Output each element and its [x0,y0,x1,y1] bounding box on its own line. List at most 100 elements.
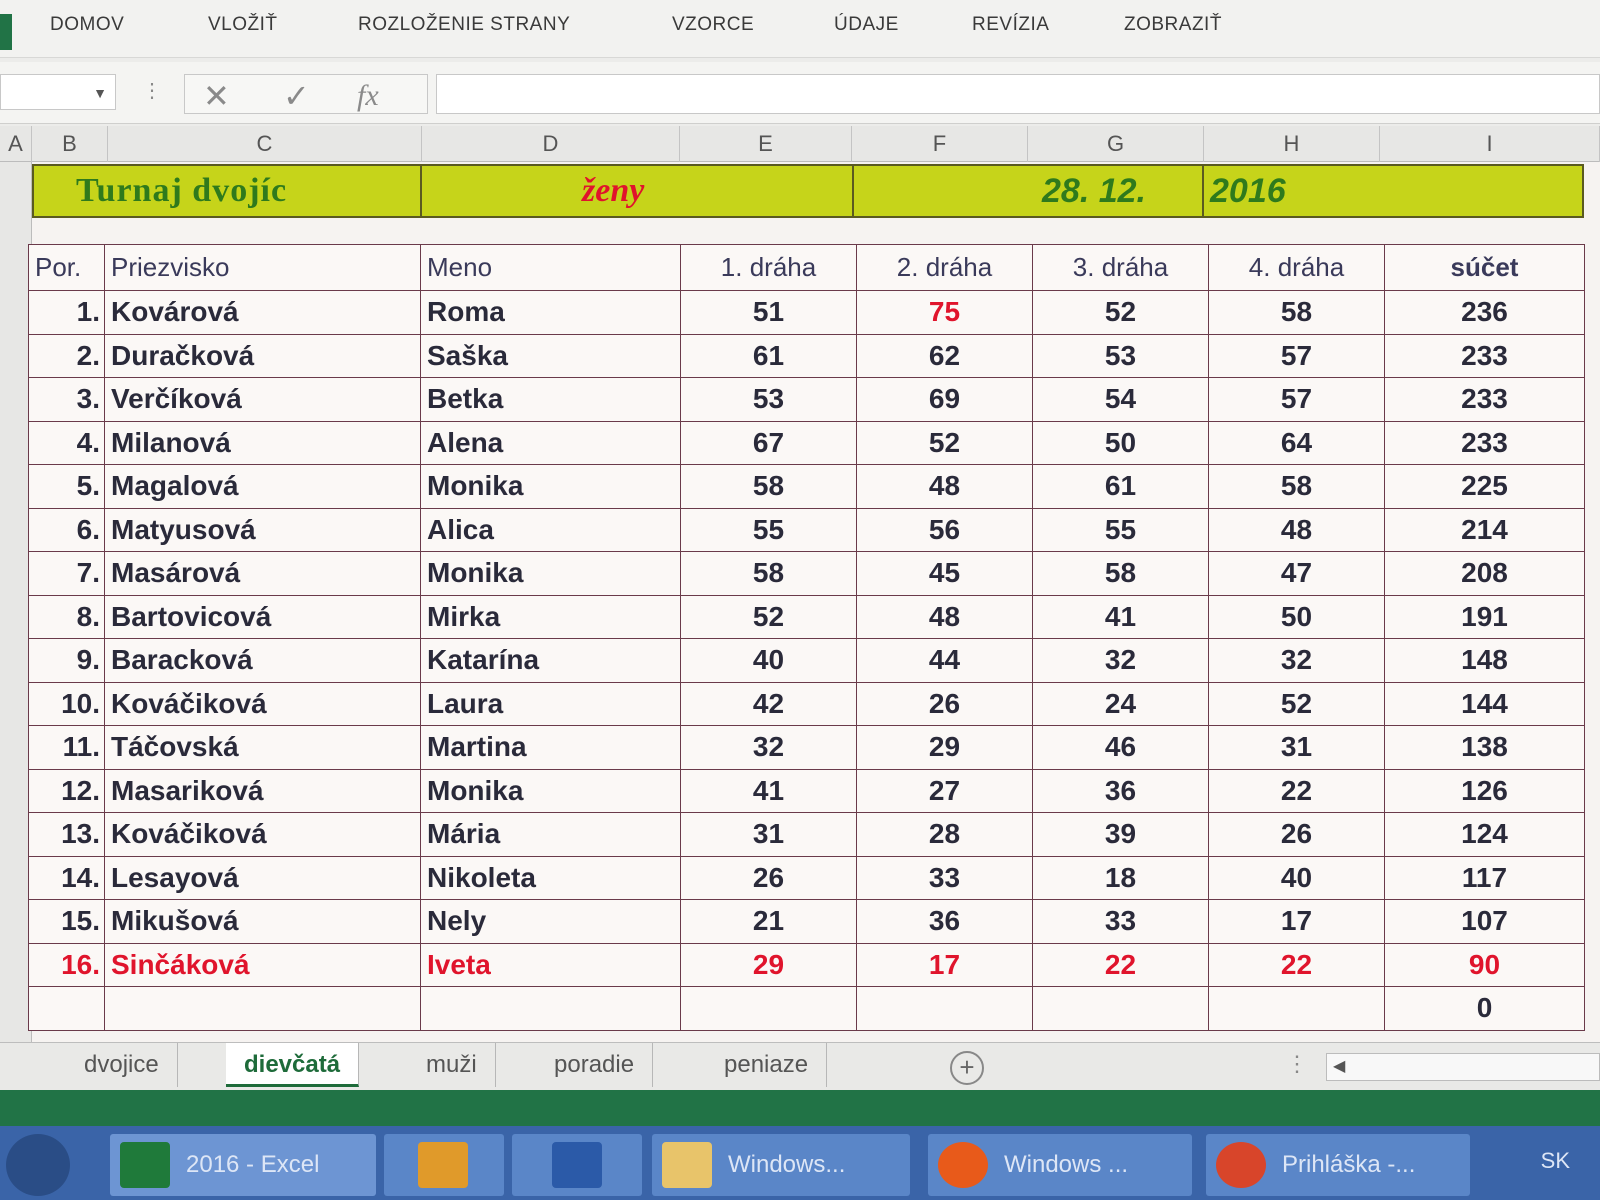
cell-priezvisko[interactable]: Masárová [104,551,421,596]
cell-draha-4[interactable]: 58 [1208,290,1385,335]
column-heading[interactable]: 4. dráha [1208,244,1385,291]
tab-split-grip-icon[interactable]: ⋮ [1286,1051,1308,1077]
column-heading[interactable]: 1. dráha [680,244,857,291]
cell-sucet[interactable]: 191 [1384,594,1585,639]
cell-sucet[interactable]: 214 [1384,507,1585,552]
tab-domov[interactable]: DOMOV [50,14,124,36]
cell-sucet[interactable]: 124 [1384,812,1585,857]
cell-poradie[interactable]: 16. [28,942,105,987]
cell-meno[interactable]: Monika [420,551,681,596]
cell-draha-4[interactable]: 40 [1208,855,1385,900]
cell-priezvisko[interactable]: Sinčáková [104,942,421,987]
sheet-tab-poradie[interactable]: poradie [536,1043,654,1087]
column-header-a[interactable]: A [0,126,32,162]
cell-priezvisko[interactable]: Verčíková [104,377,421,422]
cell-draha-4[interactable]: 32 [1208,638,1385,683]
cell-draha-3[interactable]: 52 [1032,290,1209,335]
cell-draha-4[interactable]: 22 [1208,768,1385,813]
column-header-h[interactable]: H [1204,126,1380,162]
chevron-down-icon[interactable]: ▼ [93,85,107,101]
cell-draha-4[interactable]: 22 [1208,942,1385,987]
formula-bar-grip-icon[interactable]: ⋮ [142,78,162,103]
cell-sucet[interactable]: 107 [1384,899,1585,944]
cell-poradie[interactable]: 6. [28,507,105,552]
cell-sucet[interactable]: 233 [1384,333,1585,378]
cell-priezvisko[interactable]: Kováčiková [104,681,421,726]
cell-meno[interactable]: Monika [420,464,681,509]
cell-poradie[interactable]: 13. [28,812,105,857]
cell-draha-1[interactable]: 29 [680,942,857,987]
column-heading[interactable]: súčet [1384,244,1585,291]
cell-meno[interactable]: Katarína [420,638,681,683]
cell-draha-4[interactable]: 48 [1208,507,1385,552]
cell-poradie[interactable]: 11. [28,725,105,770]
cell-draha-3[interactable]: 36 [1032,768,1209,813]
formula-input[interactable] [436,74,1600,114]
cell-poradie[interactable] [28,986,105,1031]
cell-meno[interactable]: Roma [420,290,681,335]
cell-priezvisko[interactable]: Táčovská [104,725,421,770]
cell-draha-3[interactable]: 24 [1032,681,1209,726]
cell-meno[interactable]: Alena [420,420,681,465]
cell-draha-2[interactable]: 28 [856,812,1033,857]
cell-meno[interactable]: Betka [420,377,681,422]
sheet-tab-muzi[interactable]: muži [408,1043,496,1087]
cell-poradie[interactable]: 12. [28,768,105,813]
cell-meno[interactable]: Nikoleta [420,855,681,900]
cell-priezvisko[interactable]: Milanová [104,420,421,465]
cell-priezvisko[interactable]: Masariková [104,768,421,813]
cell-draha-4[interactable]: 17 [1208,899,1385,944]
taskbar-item-chrome[interactable]: Prihláška -... [1206,1134,1470,1196]
cell-sucet[interactable]: 90 [1384,942,1585,987]
tab-vlozit[interactable]: VLOŽIŤ [208,14,278,36]
cell-draha-1[interactable]: 58 [680,551,857,596]
cell-poradie[interactable]: 4. [28,420,105,465]
cell-meno[interactable]: Nely [420,899,681,944]
enter-icon[interactable]: ✓ [283,77,310,115]
cell-priezvisko[interactable]: Bartovicová [104,594,421,639]
taskbar-item-windows-media[interactable]: Windows ... [928,1134,1192,1196]
cell-priezvisko[interactable]: Baracková [104,638,421,683]
cell-draha-2[interactable]: 62 [856,333,1033,378]
cell-draha-1[interactable]: 32 [680,725,857,770]
cell-draha-1[interactable]: 61 [680,333,857,378]
title-banner[interactable]: Turnaj dvojíc ženy 28. 12. 2016 [32,164,1584,218]
cell-draha-2[interactable]: 27 [856,768,1033,813]
cell-meno[interactable]: Mária [420,812,681,857]
column-header-g[interactable]: G [1028,126,1204,162]
cell-poradie[interactable]: 7. [28,551,105,596]
cell-sucet[interactable]: 126 [1384,768,1585,813]
sheet-tab-peniaze[interactable]: peniaze [706,1043,828,1087]
cell-draha-3[interactable]: 22 [1032,942,1209,987]
cell-poradie[interactable]: 15. [28,899,105,944]
cell-sucet[interactable]: 225 [1384,464,1585,509]
cell-draha-3[interactable]: 41 [1032,594,1209,639]
tab-vzorce[interactable]: VZORCE [672,14,754,36]
taskbar-item-app[interactable] [384,1134,504,1196]
cell-draha-1[interactable]: 58 [680,464,857,509]
column-heading[interactable]: 3. dráha [1032,244,1209,291]
cell-draha-3[interactable]: 54 [1032,377,1209,422]
cell-draha-3[interactable]: 50 [1032,420,1209,465]
cell-draha-3[interactable]: 32 [1032,638,1209,683]
column-heading[interactable]: Por. [28,244,105,291]
cell-draha-1[interactable]: 21 [680,899,857,944]
cell-draha-3[interactable]: 39 [1032,812,1209,857]
cell-sucet[interactable]: 233 [1384,377,1585,422]
file-tab-edge[interactable] [0,14,12,50]
cell-draha-1[interactable]: 41 [680,768,857,813]
column-heading[interactable]: Meno [420,244,681,291]
column-header-d[interactable]: D [422,126,680,162]
cell-draha-2[interactable] [856,986,1033,1031]
tab-udaje[interactable]: ÚDAJE [834,14,899,36]
cell-draha-2[interactable]: 56 [856,507,1033,552]
cell-poradie[interactable]: 5. [28,464,105,509]
name-box[interactable]: ▼ [0,74,116,110]
scroll-left-icon[interactable]: ◀ [1333,1056,1345,1076]
cell-draha-3[interactable]: 58 [1032,551,1209,596]
cell-draha-4[interactable]: 26 [1208,812,1385,857]
cell-draha-2[interactable]: 48 [856,464,1033,509]
cell-draha-1[interactable] [680,986,857,1031]
cell-draha-3[interactable]: 61 [1032,464,1209,509]
cell-sucet[interactable]: 0 [1384,986,1585,1031]
